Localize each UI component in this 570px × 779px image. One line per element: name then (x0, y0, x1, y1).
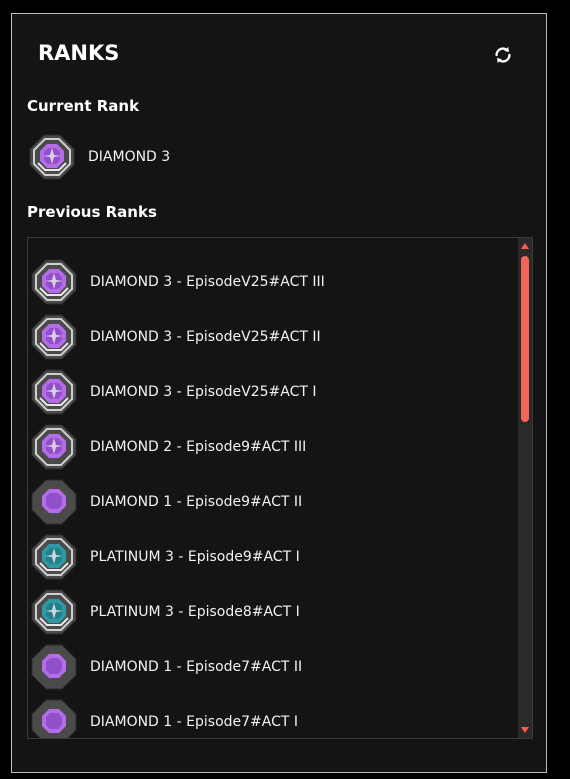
rank-list-item-label: PLATINUM 3 - Episode9#ACT I (90, 548, 300, 565)
rank-list-item[interactable]: DIAMOND 1 - Episode7#ACT I (28, 694, 516, 738)
diamond-3-rank-icon (30, 258, 78, 306)
rank-list-item[interactable]: DIAMOND 3 - EpisodeV25#ACT III (28, 254, 516, 309)
current-rank-label: DIAMOND 3 (88, 149, 171, 165)
rank-list-item-label: DIAMOND 3 - EpisodeV25#ACT II (90, 328, 321, 345)
rank-list-item[interactable]: DIAMOND 2 - Episode9#ACT III (28, 419, 516, 474)
rank-list-item-label: DIAMOND 1 - Episode9#ACT II (90, 493, 303, 510)
scroll-up-arrow-icon[interactable] (521, 243, 529, 249)
previous-ranks-title: Previous Ranks (27, 203, 157, 221)
rank-list-item[interactable]: DIAMOND 1 - Episode9#ACT II (28, 474, 516, 529)
rank-list-item-label: DIAMOND 3 - EpisodeV25#ACT I (90, 383, 317, 400)
diamond-3-rank-icon (30, 368, 78, 416)
rank-list-item[interactable]: PLATINUM 3 - Episode8#ACT I (28, 584, 516, 639)
diamond-1-rank-icon (30, 478, 78, 526)
previous-ranks-list[interactable]: DIAMOND 3 - EpisodeV25#ACT III DIAMOND 3 … (27, 237, 533, 739)
ranks-panel: RANKS Current Rank DIAMOND 3 Previous Ra… (11, 13, 547, 773)
rank-list-item[interactable]: DIAMOND 1 - Episode7#ACT II (28, 639, 516, 694)
current-rank-title: Current Rank (27, 97, 140, 115)
scroll-down-arrow-icon[interactable] (521, 727, 529, 733)
diamond-2-rank-icon (30, 423, 78, 471)
rank-list-item[interactable]: DIAMOND 3 - EpisodeV25#ACT I (28, 364, 516, 419)
rank-list-item-label: DIAMOND 1 - Episode7#ACT I (90, 713, 299, 730)
rank-list-item-label: DIAMOND 3 - EpisodeV25#ACT III (90, 273, 325, 290)
rank-list-item-label: PLATINUM 3 - Episode8#ACT I (90, 603, 300, 620)
diamond-3-rank-icon (28, 133, 76, 181)
refresh-icon[interactable] (492, 44, 514, 66)
diamond-1-rank-icon (30, 643, 78, 691)
platinum-3-rank-icon (30, 533, 78, 581)
rank-list-item[interactable]: PLATINUM 3 - Episode9#ACT I (28, 529, 516, 584)
platinum-3-rank-icon (30, 588, 78, 636)
rank-list-item[interactable]: DIAMOND 3 - EpisodeV25#ACT II (28, 309, 516, 364)
diamond-3-rank-icon (30, 313, 78, 361)
rank-list-item-label: DIAMOND 1 - Episode7#ACT II (90, 658, 303, 675)
scrollbar[interactable] (518, 238, 532, 738)
ranks-logo: RANKS (38, 41, 120, 65)
scrollbar-thumb[interactable] (521, 256, 529, 422)
previous-ranks-items: DIAMOND 3 - EpisodeV25#ACT III DIAMOND 3 … (28, 254, 516, 738)
rank-list-item-label: DIAMOND 2 - Episode9#ACT III (90, 438, 307, 455)
diamond-1-rank-icon (30, 698, 78, 738)
current-rank: DIAMOND 3 (28, 132, 170, 182)
